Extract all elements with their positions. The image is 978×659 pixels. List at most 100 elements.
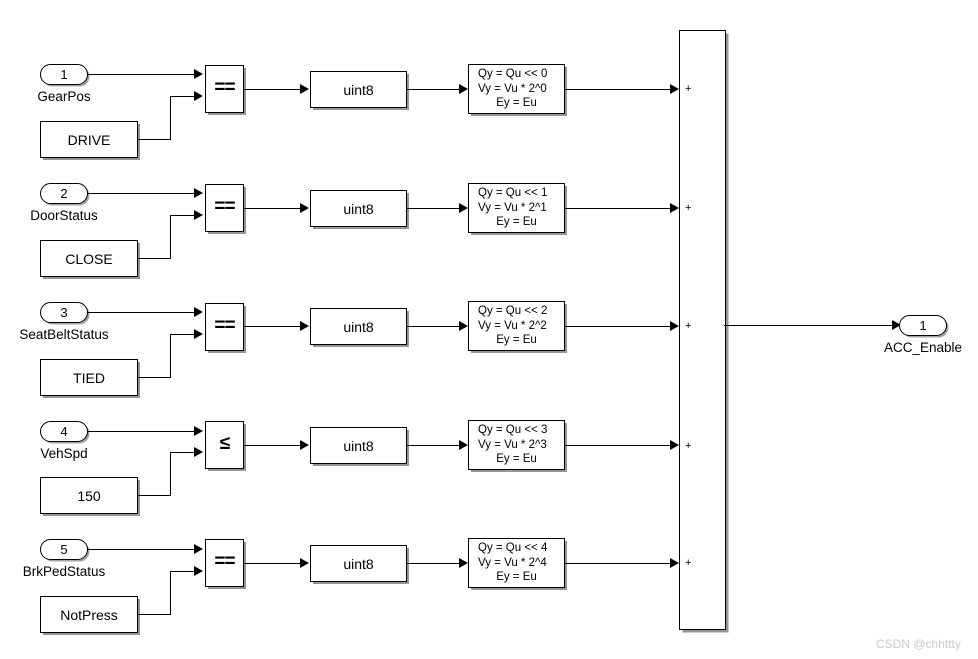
inport-4-label: VehSpd [40, 446, 88, 461]
shift-block-3[interactable]: Qy = Qu << 2 Vy = Vu * 2^2 Ey = Eu [468, 301, 565, 351]
wire-shift3-to-sum [565, 326, 675, 327]
wire-const5-seg-v [170, 571, 171, 615]
inport-2-number: 2 [60, 186, 68, 201]
arrowhead-relop4-in1 [194, 426, 203, 436]
conversion-block-1[interactable]: uint8 [310, 71, 407, 108]
wire-relop5-to-conv5 [244, 563, 302, 564]
wire-conv3-to-shift3 [407, 326, 462, 327]
conversion-type-4: uint8 [343, 437, 374, 454]
sum-input-sign-2: + [685, 202, 692, 214]
arrowhead-shift1-in [459, 84, 468, 94]
inport-1[interactable]: 1 [40, 64, 88, 85]
inport-1-label: GearPos [37, 89, 91, 104]
relational-operator-3[interactable]: == [205, 303, 244, 351]
relational-operator-5[interactable]: == [205, 539, 244, 587]
constant-value-2: CLOSE [65, 250, 113, 267]
conversion-type-1: uint8 [343, 81, 374, 98]
wire-shift4-to-sum [565, 445, 675, 446]
conversion-type-2: uint8 [343, 200, 374, 217]
constant-block-2[interactable]: CLOSE [40, 240, 138, 277]
inport-5[interactable]: 5 [40, 539, 88, 560]
wire-const4-seg-h2 [170, 452, 196, 453]
wire-const5-seg-h1 [138, 614, 171, 615]
relop-1-symbol: == [214, 77, 235, 98]
shift-2-line2: Vy = Vu * 2^1 [478, 201, 547, 214]
inport-3[interactable]: 3 [40, 302, 88, 323]
arrowhead-sum-in1 [670, 84, 679, 94]
inport-5-label: BrkPedStatus [22, 564, 106, 579]
shift-3-line3: Ey = Eu [496, 334, 537, 347]
shift-3-line2: Vy = Vu * 2^2 [478, 319, 547, 332]
shift-5-line3: Ey = Eu [496, 571, 537, 584]
conversion-block-3[interactable]: uint8 [310, 308, 407, 345]
relop-3-symbol: == [214, 315, 235, 336]
inport-1-number: 1 [60, 67, 68, 82]
constant-block-5[interactable]: NotPress [40, 596, 138, 633]
arrowhead-sum-in2 [670, 203, 679, 213]
shift-3-line1: Qy = Qu << 2 [478, 305, 548, 318]
wire-conv2-to-shift2 [407, 208, 462, 209]
wire-const1-seg-h1 [138, 139, 171, 140]
wire-conv1-to-shift1 [407, 89, 462, 90]
wire-const1-seg-v [170, 96, 171, 140]
conversion-block-2[interactable]: uint8 [310, 190, 407, 227]
shift-1-line3: Ey = Eu [496, 97, 537, 110]
shift-4-line1: Qy = Qu << 3 [478, 424, 548, 437]
wire-shift1-to-sum [565, 89, 675, 90]
wire-const2-seg-v [170, 215, 171, 259]
constant-block-3[interactable]: TIED [40, 359, 138, 396]
inport-2[interactable]: 2 [40, 183, 88, 204]
constant-block-4[interactable]: 150 [40, 477, 138, 514]
simulink-diagram-canvas: + + + + + 1 ACC_Enable 1 GearPos DRIVE =… [0, 0, 978, 659]
shift-5-line1: Qy = Qu << 4 [478, 542, 548, 555]
shift-1-line2: Vy = Vu * 2^0 [478, 82, 547, 95]
relop-4-symbol: ≤ [219, 433, 230, 454]
inport-4[interactable]: 4 [40, 421, 88, 442]
shift-5-line2: Vy = Vu * 2^4 [478, 556, 547, 569]
constant-value-4: 150 [77, 487, 101, 504]
watermark-text: CSDN @chhttty [876, 637, 961, 651]
inport-3-number: 3 [60, 305, 68, 320]
wire-conv5-to-shift5 [407, 563, 462, 564]
sum-input-sign-1: + [685, 83, 692, 95]
inport-5-number: 5 [60, 542, 68, 557]
wire-inport4-to-relop4 [88, 431, 196, 432]
shift-block-1[interactable]: Qy = Qu << 0 Vy = Vu * 2^0 Ey = Eu [468, 64, 565, 114]
wire-const4-seg-h1 [138, 495, 171, 496]
shift-2-line3: Ey = Eu [496, 216, 537, 229]
shift-block-5[interactable]: Qy = Qu << 4 Vy = Vu * 2^4 Ey = Eu [468, 538, 565, 588]
arrowhead-conv5-in [300, 558, 309, 568]
wire-inport2-to-relop2 [88, 193, 196, 194]
arrowhead-relop2-in2 [194, 210, 203, 220]
relational-operator-4[interactable]: ≤ [205, 421, 244, 469]
relop-2-symbol: == [214, 196, 235, 217]
wire-const3-seg-v [170, 334, 171, 378]
relational-operator-1[interactable]: == [205, 65, 244, 113]
arrowhead-conv4-in [300, 440, 309, 450]
shift-1-line1: Qy = Qu << 0 [478, 68, 548, 81]
constant-block-1[interactable]: DRIVE [40, 121, 138, 158]
wire-const3-seg-h2 [170, 334, 196, 335]
wire-shift5-to-sum [565, 563, 675, 564]
conversion-type-5: uint8 [343, 555, 374, 572]
arrowhead-relop3-in2 [194, 329, 203, 339]
arrowhead-conv2-in [300, 203, 309, 213]
outport-acc-enable[interactable]: 1 [899, 315, 947, 336]
conversion-type-3: uint8 [343, 318, 374, 335]
conversion-block-5[interactable]: uint8 [310, 545, 407, 582]
sum-input-sign-5: + [685, 557, 692, 569]
arrowhead-relop3-in1 [194, 307, 203, 317]
relational-operator-2[interactable]: == [205, 184, 244, 232]
shift-block-4[interactable]: Qy = Qu << 3 Vy = Vu * 2^3 Ey = Eu [468, 420, 565, 470]
arrowhead-shift3-in [459, 321, 468, 331]
outport-label: ACC_Enable [883, 340, 963, 355]
inport-4-number: 4 [60, 424, 68, 439]
arrowhead-relop5-in1 [194, 544, 203, 554]
conversion-block-4[interactable]: uint8 [310, 427, 407, 464]
shift-2-line1: Qy = Qu << 1 [478, 187, 548, 200]
wire-const2-seg-h1 [138, 258, 171, 259]
shift-block-2[interactable]: Qy = Qu << 1 Vy = Vu * 2^1 Ey = Eu [468, 183, 565, 233]
arrowhead-shift2-in [459, 203, 468, 213]
arrowhead-relop5-in2 [194, 566, 203, 576]
constant-value-3: TIED [73, 369, 105, 386]
